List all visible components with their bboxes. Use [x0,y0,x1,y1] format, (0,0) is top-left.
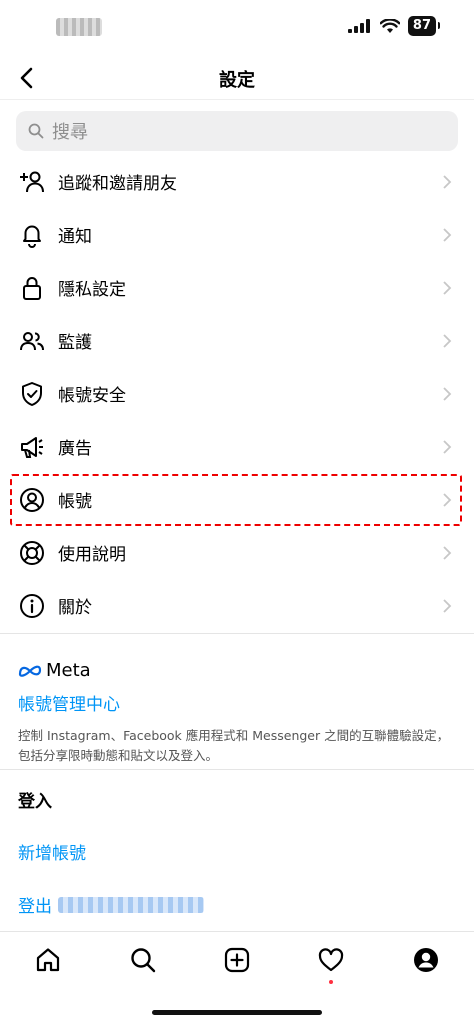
bottom-tab-bar [0,931,474,993]
menu-item-label: 帳號安全 [58,386,126,406]
add-account-button[interactable]: 新增帳號 [18,839,86,864]
tab-profile[interactable] [410,944,442,976]
lock-icon [18,274,46,302]
search-icon [28,123,44,139]
shield-check-icon [18,380,46,408]
tab-home[interactable] [32,944,64,976]
home-indicator [152,1010,322,1015]
chevron-right-icon [443,546,452,560]
heart-icon [318,948,344,972]
accounts-center-link[interactable]: 帳號管理中心 [18,690,120,715]
logout-label: 登出 [18,897,52,917]
status-icons: 87 [347,16,441,36]
divider [0,633,474,634]
settings-menu: 追蹤和邀請朋友 通知 隱私設定 監護 帳號安全 廣告 帳號 使用說明 關於 [0,155,474,632]
search-input[interactable]: 搜尋 [16,111,458,151]
people-icon [18,327,46,355]
login-section-heading: 登入 [18,792,52,812]
info-icon [18,592,46,620]
status-time-blurred [56,18,102,36]
menu-item-label: 關於 [58,598,92,618]
menu-item-supervision[interactable]: 監護 [0,314,474,367]
meta-logo: Meta [18,660,91,681]
cellular-signal-icon [347,19,370,33]
meta-infinity-icon [18,665,42,677]
profile-icon [414,948,438,972]
tab-create[interactable] [221,944,253,976]
search-icon [131,948,156,973]
chevron-right-icon [443,228,452,242]
bell-icon [18,221,46,249]
menu-item-notifications[interactable]: 通知 [0,208,474,261]
menu-item-label: 監護 [58,333,92,353]
chevron-right-icon [443,175,452,189]
battery-indicator: 87 [407,16,441,36]
status-bar: 87 [0,0,474,56]
menu-item-follow-invite[interactable]: 追蹤和邀請朋友 [0,155,474,208]
chevron-right-icon [443,440,452,454]
megaphone-icon [18,433,46,461]
wifi-icon [379,18,400,33]
menu-item-label: 追蹤和邀請朋友 [58,174,177,194]
add-person-icon [18,168,46,196]
menu-item-security[interactable]: 帳號安全 [0,367,474,420]
create-icon [224,947,250,973]
highlight-box [10,474,462,526]
logout-button[interactable]: 登出 [18,892,204,917]
chevron-right-icon [443,387,452,401]
home-icon [36,948,60,972]
chevron-right-icon [443,334,452,348]
chevron-right-icon [443,599,452,613]
search-placeholder: 搜尋 [52,122,88,143]
menu-item-label: 通知 [58,227,92,247]
chevron-right-icon [443,281,452,295]
notification-dot [329,980,333,984]
menu-item-label: 使用說明 [58,545,126,565]
menu-item-label: 隱私設定 [58,280,126,300]
meta-logo-text: Meta [46,660,91,681]
menu-item-ads[interactable]: 廣告 [0,420,474,473]
accounts-center-description: 控制 Instagram、Facebook 應用程式和 Messenger 之間… [18,728,450,763]
tab-activity[interactable] [315,944,347,976]
tab-search[interactable] [127,944,159,976]
divider [0,769,474,770]
lifebuoy-icon [18,539,46,567]
menu-item-help[interactable]: 使用說明 [0,526,474,579]
menu-item-privacy[interactable]: 隱私設定 [0,261,474,314]
page-title: 設定 [219,70,255,91]
menu-item-label: 廣告 [58,439,92,459]
blurred-username [58,896,204,913]
navigation-header: 設定 [0,56,474,100]
menu-item-about[interactable]: 關於 [0,579,474,632]
